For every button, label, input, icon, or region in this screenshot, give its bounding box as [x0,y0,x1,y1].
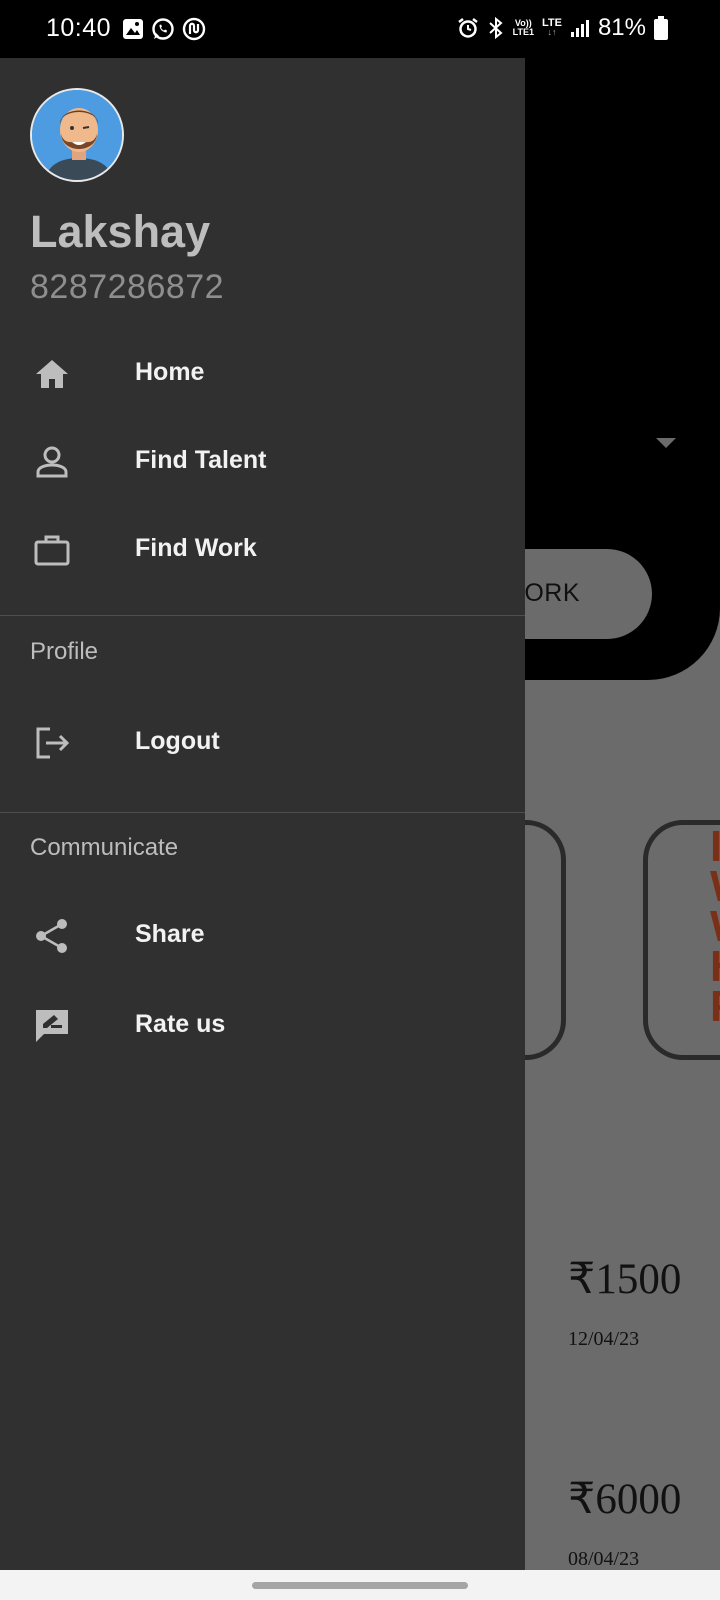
avatar[interactable] [30,88,124,182]
user-phone: 8287286872 [30,268,225,306]
drawer-item-rate-us[interactable]: Rate us [0,986,525,1066]
gesture-navigation-bar [0,1570,720,1600]
drawer-item-label: Find Work [135,534,257,562]
network-type-indicator: LTE ↓↑ [541,17,562,37]
job-amount: ₹6000 [568,1476,682,1523]
background-category-card: I W W H F [643,820,720,1060]
job-amount: ₹1500 [568,1256,682,1303]
user-avatar-icon [32,90,122,180]
drawer-divider [0,615,525,616]
drawer-item-logout[interactable]: Logout [0,703,525,783]
logout-icon [36,727,70,759]
user-name: Lakshay [30,206,211,257]
section-header-communicate: Communicate [30,834,179,861]
share-icon [36,919,67,953]
alarm-icon [457,18,478,38]
bluetooth-icon [488,16,503,40]
drawer-item-label: Home [135,358,205,386]
job-date: 08/04/23 [568,1548,640,1570]
rate-icon [36,1010,68,1042]
gallery-icon [123,19,143,39]
navigation-drawer: Lakshay 8287286872 Home Find Talent Find… [0,58,525,1570]
home-icon [36,360,68,388]
home-gesture-handle[interactable] [252,1582,468,1589]
signal-icon [570,20,589,37]
person-icon [36,446,68,478]
section-header-profile: Profile [30,638,99,665]
briefcase-icon [34,535,70,566]
drawer-item-label: Rate us [135,1010,226,1038]
drawer-item-label: Share [135,920,205,948]
battery-icon [654,16,668,40]
drawer-divider [0,812,525,813]
battery-percent: 81% [597,14,646,41]
app-notification-icon [182,17,206,41]
status-bar: 10:40 Vo)) LTE1 LTE ↓↑ 81% [0,0,720,58]
drawer-item-find-work[interactable]: Find Work [0,510,525,590]
drawer-item-label: Logout [135,727,220,755]
drawer-item-share[interactable]: Share [0,896,525,976]
volte-indicator: Vo)) LTE1 [512,18,534,37]
drawer-item-home[interactable]: Home [0,334,525,414]
drawer-item-find-talent[interactable]: Find Talent [0,422,525,502]
job-date: 12/04/23 [568,1328,640,1350]
dropdown-caret-icon [656,438,676,448]
status-time: 10:40 [46,14,112,42]
whatsapp-icon [152,18,174,40]
drawer-item-label: Find Talent [135,446,267,474]
